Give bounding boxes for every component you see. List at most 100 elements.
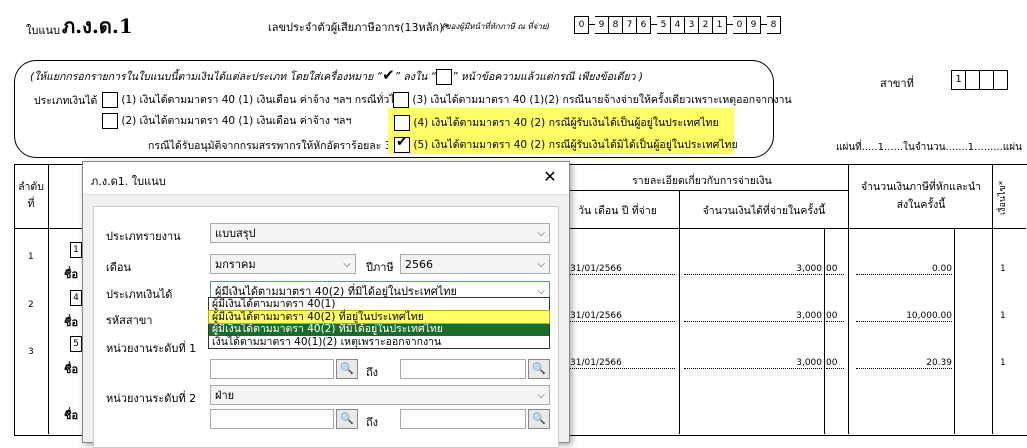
taxid-digit: 7 bbox=[623, 16, 637, 34]
option-4[interactable]: (4) เงินได้ตามมาตรา 40 (2) กรณีผู้รับเงิ… bbox=[394, 114, 719, 131]
option-5[interactable]: ✔ (5) เงินได้ตามมาตรา 40 (2) กรณีผู้รับเ… bbox=[394, 134, 738, 153]
row-tax: 20.39 bbox=[856, 358, 952, 369]
chevron-down-icon: ⌵ bbox=[537, 259, 545, 270]
sheet-count: แผ่นที่.....1......ในจำนวน.......1......… bbox=[836, 142, 1022, 153]
check-mark-icon: ✔ bbox=[396, 134, 408, 150]
taxid-digit: 6 bbox=[637, 16, 651, 34]
branch-digit: 1 bbox=[951, 70, 966, 90]
name-label: ชื่อ bbox=[64, 363, 79, 376]
row-cond: 1 bbox=[1000, 358, 1006, 368]
dialog-titlebar: ภ.ง.ด1. ใบแนบ ✕ bbox=[83, 162, 569, 195]
row-amount: 3,000 bbox=[684, 264, 822, 275]
taxid-note: (ของผู้มีหน้าที่หักภาษี ณ ที่จ่าย) bbox=[442, 22, 550, 31]
month-label: เดือน bbox=[106, 261, 132, 274]
row-date: 31/01/2566 bbox=[570, 358, 675, 369]
row-index: 1 bbox=[70, 242, 82, 258]
dropdown-option-selected[interactable]: ผู้มีเงินได้ตามมาตรา 40(2) ที่มิได้อยู่ใ… bbox=[209, 323, 549, 336]
branch-digit bbox=[966, 70, 980, 90]
search-icon[interactable]: 🔍 bbox=[336, 359, 358, 379]
dropdown-option[interactable]: ผู้มีเงินได้ตามมาตรา 40(1) bbox=[209, 298, 549, 311]
col-cond-header: เงื่อนไข* bbox=[998, 180, 1008, 216]
unit2-label: หน่วยงานระดับที่ 2 bbox=[106, 392, 197, 405]
dropdown-option[interactable]: เงินได้ตามมาตรา 40(1)(2) เหตุเพราะออกจาก… bbox=[209, 336, 549, 349]
year-select[interactable]: 2566 ⌵ bbox=[400, 254, 550, 274]
row-amount-dec: 00 bbox=[826, 311, 844, 322]
option-2[interactable]: (2) เงินได้ตามมาตรา 40 (1) เงินเดือน ค่า… bbox=[102, 112, 351, 129]
taxid-digit: 3 bbox=[685, 16, 699, 34]
row-seq: 2 bbox=[28, 300, 34, 310]
to-label: ถึง bbox=[366, 366, 379, 379]
col-payment-group-header: รายละเอียดเกี่ยวกับการจ่ายเงิน bbox=[632, 175, 772, 187]
form-title-prefix: ใบแนบ bbox=[26, 24, 60, 37]
row-amount: 3,000 bbox=[684, 358, 822, 369]
row-date: 31/01/2566 bbox=[570, 311, 675, 322]
row-tax: 0.00 bbox=[856, 264, 952, 275]
row-amount-dec: 00 bbox=[826, 358, 844, 369]
income-type-label: ประเภทเงินได้ bbox=[34, 95, 98, 107]
checkbox-option-5[interactable]: ✔ bbox=[394, 134, 410, 153]
taxid-digit: 4 bbox=[671, 16, 685, 34]
option-2-sub: กรณีได้รับอนุมัติจากกรมสรรพากรให้หักอัตร… bbox=[148, 140, 392, 152]
unit2-to-input[interactable] bbox=[400, 409, 526, 429]
branch-boxes: 1 bbox=[951, 70, 1008, 90]
name-label: ชื่อ bbox=[64, 409, 79, 422]
unit1-from-input[interactable] bbox=[210, 359, 334, 379]
branch-digit bbox=[980, 70, 994, 90]
chevron-down-icon: ⌵ bbox=[537, 390, 545, 401]
income-type-label: ประเภทเงินได้ bbox=[106, 288, 173, 301]
branch-digit bbox=[994, 70, 1008, 90]
row-seq: 1 bbox=[28, 252, 34, 262]
taxid-digit: 8 bbox=[767, 16, 781, 34]
branch-label: สาขาที่ bbox=[880, 77, 914, 90]
taxid-digit: 8 bbox=[609, 16, 623, 34]
unit1-to-input[interactable] bbox=[400, 359, 526, 379]
col-seq-header: ลำดับที่ bbox=[18, 181, 44, 210]
option-3[interactable]: (3) เงินได้ตามมาตรา 40 (1)(2) กรณีนายจ้า… bbox=[393, 91, 792, 108]
option-1[interactable]: (1) เงินได้ตามมาตรา 40 (1) เงินเดือน ค่า… bbox=[102, 91, 401, 108]
col-amount-header: จำนวนเงินได้ที่จ่ายในครั้งนี้ bbox=[702, 205, 826, 217]
row-amount-dec: 00 bbox=[826, 264, 844, 275]
row-date: 31/01/2566 bbox=[570, 264, 675, 275]
row-index: 5 bbox=[70, 336, 82, 352]
unit1-label: หน่วยงานระดับที่ 1 bbox=[106, 342, 197, 355]
col-date-header: วัน เดือน ปี ที่จ่าย bbox=[578, 205, 657, 217]
to-label: ถึง bbox=[366, 416, 379, 429]
name-label: ชื่อ bbox=[64, 316, 79, 329]
income-type-dropdown-list: ผู้มีเงินได้ตามมาตรา 40(1) ผู้มีเงินได้ต… bbox=[208, 297, 550, 349]
dialog-title: ภ.ง.ด1. ใบแนบ bbox=[91, 175, 166, 188]
taxid-digit: 1 bbox=[713, 16, 727, 34]
instruction-text: (ให้แยกกรอกรายการในใบแนบนี้ตามเงินได้แต่… bbox=[30, 66, 643, 85]
name-label: ชื่อ bbox=[64, 268, 79, 281]
taxid-digit: 9 bbox=[595, 16, 609, 34]
check-mark-icon: ✔ bbox=[382, 66, 395, 84]
row-cond: 1 bbox=[1000, 311, 1006, 321]
branch-code-label: รหัสสาขา bbox=[106, 314, 153, 327]
taxid-digit: 0 bbox=[574, 16, 589, 34]
row-cond: 1 bbox=[1000, 264, 1006, 274]
chevron-down-icon: ⌵ bbox=[537, 228, 545, 239]
year-label: ปีภาษี bbox=[366, 261, 394, 274]
checkbox-option-4[interactable] bbox=[394, 115, 410, 131]
row-index: 4 bbox=[70, 290, 82, 306]
chevron-down-icon: ⌵ bbox=[343, 259, 351, 270]
checkbox-option-1[interactable] bbox=[102, 92, 118, 108]
search-icon[interactable]: 🔍 bbox=[336, 409, 358, 429]
row-amount: 3,000 bbox=[684, 311, 822, 322]
unit2-select[interactable]: ฝ่าย ⌵ bbox=[210, 385, 550, 405]
report-type-label: ประเภทรายงาน bbox=[106, 230, 181, 243]
taxid-label: เลขประจำตัวผู้เสียภาษีอากร(13หลัก)* bbox=[268, 21, 449, 34]
close-icon[interactable]: ✕ bbox=[539, 166, 561, 188]
search-icon[interactable]: 🔍 bbox=[528, 409, 550, 429]
row-tax: 10,000.00 bbox=[856, 311, 952, 322]
form-title: ภ.ง.ด.1 bbox=[62, 14, 133, 38]
report-type-select[interactable]: แบบสรุป ⌵ bbox=[210, 223, 550, 243]
unit2-from-input[interactable] bbox=[210, 409, 334, 429]
row-seq: 3 bbox=[28, 347, 34, 357]
search-icon[interactable]: 🔍 bbox=[528, 359, 550, 379]
taxid-boxes: 0 9 8 7 6 5 4 3 2 1 0 9 8 bbox=[574, 16, 781, 34]
checkbox-option-2[interactable] bbox=[102, 113, 118, 129]
checkbox-option-3[interactable] bbox=[393, 92, 409, 108]
dropdown-option[interactable]: ผู้มีเงินได้ตามมาตรา 40(2) ที่อยู่ในประเ… bbox=[208, 309, 550, 324]
month-select[interactable]: มกราคม ⌵ bbox=[210, 254, 356, 274]
col-tax-header: จำนวนเงินภาษีที่หักและนำส่งในครั้งนี้ bbox=[860, 181, 982, 211]
